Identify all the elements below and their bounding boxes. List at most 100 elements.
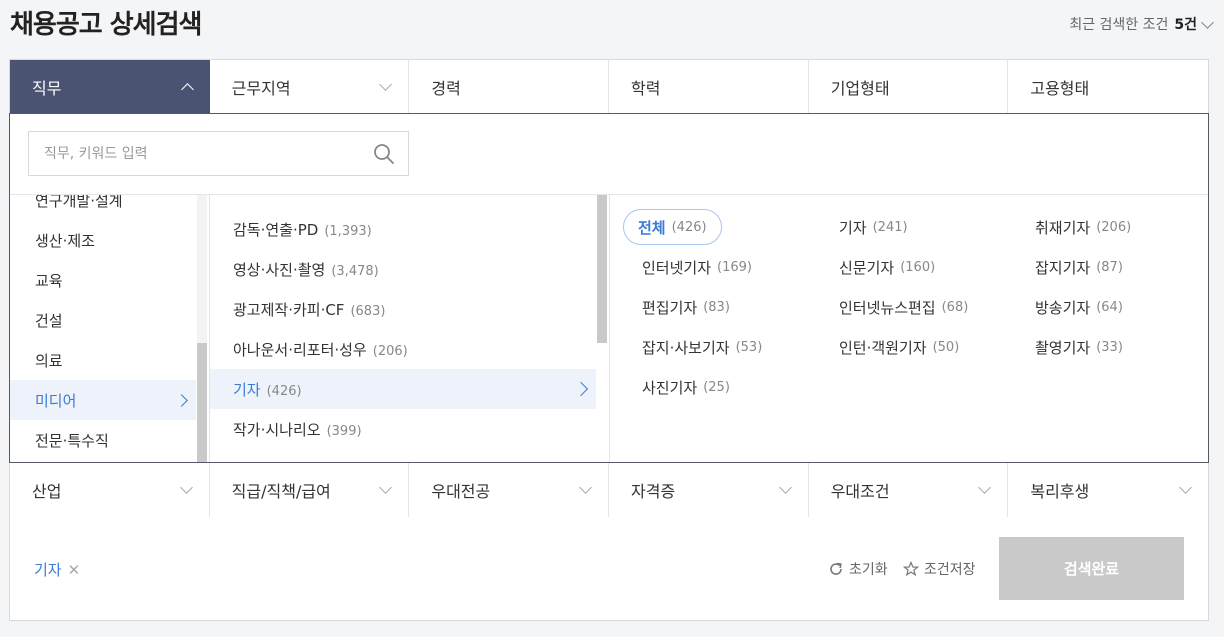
tab-benefits[interactable]: 복리후생 (1008, 463, 1209, 517)
job-dropdown: 연구개발·설계 생산·제조 교육 건설 의료 미디어 전문·특수직 감독·연출·… (9, 113, 1209, 463)
job-label: 인터넷기자 (642, 258, 712, 277)
search-icon[interactable] (372, 142, 396, 166)
subcategory-count: (206) (372, 343, 408, 359)
tab-education[interactable]: 학력 (609, 60, 809, 113)
job-count: (87) (1096, 259, 1123, 275)
job-option[interactable]: 사진기자 (25) (628, 369, 744, 405)
category-item[interactable]: 의료 (10, 340, 196, 380)
category-item[interactable]: 건설 (10, 300, 196, 340)
job-count: (426) (671, 219, 707, 235)
subcategory-count: (399) (326, 423, 362, 439)
job-option[interactable]: 인터넷기자 (169) (628, 249, 766, 285)
tab-experience[interactable]: 경력 (409, 60, 610, 113)
job-count: (33) (1096, 339, 1123, 355)
reset-button[interactable]: 초기화 (828, 559, 888, 579)
job-count: (241) (872, 219, 908, 235)
tab-preferred-major[interactable]: 우대전공 (409, 463, 610, 517)
tab-certificate[interactable]: 자격증 (609, 463, 809, 517)
tab-job[interactable]: 직무 (10, 60, 210, 113)
job-option[interactable]: 잡지기자 (87) (1021, 249, 1137, 285)
job-search-box (28, 131, 409, 176)
tab-label: 자격증 (631, 482, 676, 501)
category-item[interactable]: 전문·특수직 (10, 420, 196, 460)
job-label: 편집기자 (642, 298, 698, 317)
job-label: 잡지기자 (1035, 258, 1091, 277)
tab-company-type[interactable]: 기업형태 (808, 60, 1009, 113)
job-option[interactable]: 기자 (241) (825, 209, 922, 245)
job-option[interactable]: 잡지·사보기자 (53) (628, 329, 776, 365)
tab-label: 학력 (631, 78, 661, 98)
job-count: (68) (941, 299, 969, 315)
chevron-down-icon (778, 481, 792, 494)
subcategory-count: (426) (266, 383, 302, 399)
job-option[interactable]: 촬영기자 (33) (1021, 329, 1137, 365)
category-item[interactable]: 연구개발·설계 (10, 195, 196, 220)
recent-searches-toggle[interactable]: 최근 검색한 조건 5건 (1069, 14, 1214, 34)
job-option[interactable]: 편집기자 (83) (628, 289, 744, 325)
recent-searches-label: 최근 검색한 조건 (1069, 17, 1169, 33)
reset-label: 초기화 (849, 562, 888, 578)
subcategory-item[interactable]: 영상·사진·촬영 (3,478) (210, 249, 596, 289)
subcategory-item[interactable]: 광고제작·카피·CF (683) (210, 289, 596, 329)
category-column: 연구개발·설계 생산·제조 교육 건설 의료 미디어 전문·특수직 (10, 195, 210, 462)
selected-filter-chip: 기자 ✕ (34, 559, 80, 580)
tab-region[interactable]: 근무지역 (209, 60, 410, 113)
job-option[interactable]: 취재기자 (206) (1021, 209, 1145, 245)
scrollbar-thumb[interactable] (197, 343, 207, 462)
subcategory-item[interactable]: 작가·시나리오 (399) (210, 409, 596, 449)
save-label: 조건저장 (924, 562, 976, 578)
job-option[interactable]: 신문기자 (160) (825, 249, 949, 285)
job-count: (169) (717, 259, 752, 275)
job-count: (83) (703, 299, 730, 315)
tab-label: 우대조건 (830, 482, 890, 501)
filter-tabs-top: 직무 근무지역 경력 학력 기업형태 고용형태 (10, 60, 1209, 113)
tab-label: 고용형태 (1030, 78, 1090, 98)
subcategory-label: 감독·연출·PD (233, 220, 319, 239)
tab-label: 근무지역 (231, 78, 291, 98)
category-label: 건설 (35, 311, 63, 330)
tab-rank-salary[interactable]: 직급/직책/급여 (209, 463, 410, 517)
subcategory-label: 광고제작·카피·CF (233, 300, 345, 319)
subcategory-item-selected[interactable]: 기자 (426) (210, 369, 596, 409)
job-label: 잡지·사보기자 (642, 338, 730, 357)
category-label: 미디어 (35, 391, 77, 410)
job-option[interactable]: 방송기자 (64) (1021, 289, 1137, 325)
category-label: 교육 (35, 271, 63, 290)
category-label: 전문·특수직 (35, 431, 109, 450)
category-item[interactable]: 교육 (10, 260, 196, 300)
star-icon (903, 561, 919, 577)
job-option-selected[interactable]: 전체 (426) (623, 209, 722, 245)
tab-label: 경력 (431, 78, 461, 98)
scrollbar-thumb[interactable] (597, 195, 607, 343)
search-complete-button[interactable]: 검색완료 (999, 537, 1184, 600)
category-item-selected[interactable]: 미디어 (10, 380, 196, 420)
job-count: (160) (900, 259, 936, 275)
chevron-right-icon (573, 381, 589, 397)
chevron-down-icon (379, 77, 393, 91)
job-label: 기자 (839, 218, 867, 237)
filter-tabs-bottom: 산업 직급/직책/급여 우대전공 자격증 우대조건 복리후생 (10, 463, 1209, 517)
tab-label: 우대전공 (431, 482, 491, 501)
job-count: (53) (735, 339, 763, 355)
job-count: (64) (1096, 299, 1123, 315)
job-search-input[interactable] (44, 145, 372, 162)
tab-industry[interactable]: 산업 (10, 463, 210, 517)
tab-label: 직급/직책/급여 (231, 482, 331, 501)
save-conditions-button[interactable]: 조건저장 (903, 559, 976, 579)
job-label: 방송기자 (1035, 298, 1091, 317)
job-option[interactable]: 인터넷뉴스편집 (68) (825, 289, 982, 325)
subcategory-item[interactable]: 감독·연출·PD (1,393) (210, 209, 596, 249)
job-count: (206) (1096, 219, 1132, 235)
subcategory-item[interactable]: 아나운서·리포터·성우 (206) (210, 329, 596, 369)
chevron-down-icon (1201, 15, 1214, 29)
job-option[interactable]: 인턴·객원기자 (50) (825, 329, 973, 365)
subcategory-label: 작가·시나리오 (233, 420, 321, 439)
category-item[interactable]: 생산·제조 (10, 220, 196, 260)
category-label: 의료 (35, 351, 63, 370)
tab-label: 복리후생 (1030, 482, 1090, 501)
tab-preferred-conditions[interactable]: 우대조건 (808, 463, 1009, 517)
close-icon[interactable]: ✕ (68, 561, 81, 579)
job-label: 전체 (638, 218, 666, 237)
tab-employment-type[interactable]: 고용형태 (1008, 60, 1209, 113)
subcategory-count: (3,478) (331, 263, 379, 279)
